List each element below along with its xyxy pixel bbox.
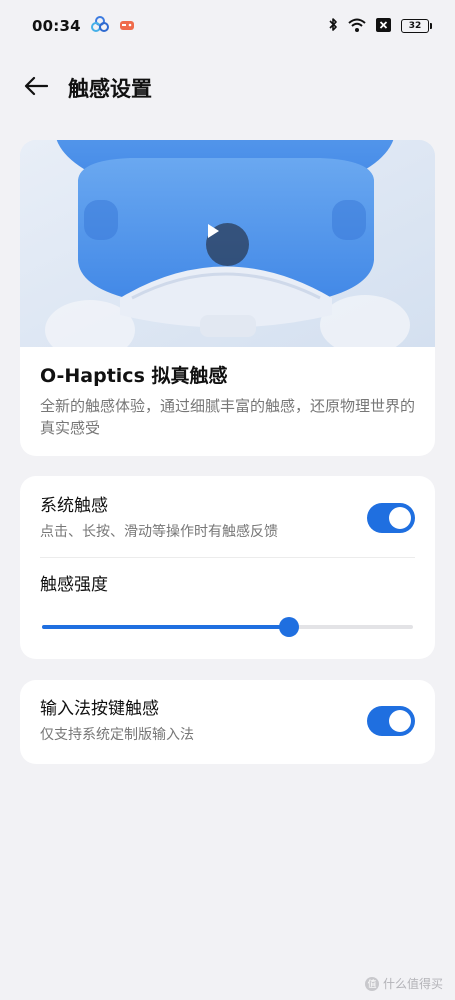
status-left: 00:34 bbox=[32, 16, 135, 36]
divider bbox=[40, 557, 415, 558]
ime-haptics-row[interactable]: 输入法按键触感 仅支持系统定制版输入法 bbox=[40, 697, 415, 746]
haptics-settings-page: 00:34 32 触感设置 O-Haptics 拟真触感 全新的触感体验，通过细… bbox=[0, 0, 455, 1000]
back-button[interactable] bbox=[22, 74, 50, 102]
haptics-video-preview[interactable] bbox=[20, 140, 435, 347]
system-haptics-title: 系统触感 bbox=[40, 496, 108, 516]
intensity-row: 触感强度 bbox=[40, 573, 415, 597]
haptics-intro-card: O-Haptics 拟真触感 全新的触感体验，通过细腻丰富的触感，还原物理世界的… bbox=[20, 140, 435, 456]
status-time: 00:34 bbox=[32, 17, 81, 35]
watermark: 值 什么值得买 bbox=[364, 975, 443, 992]
ime-haptics-title: 输入法按键触感 bbox=[40, 699, 159, 719]
watermark-logo: 值 bbox=[364, 976, 379, 991]
header: 触感设置 bbox=[0, 68, 455, 108]
bluetooth-icon bbox=[328, 17, 338, 36]
sim-off-icon bbox=[376, 17, 391, 36]
system-haptics-toggle[interactable] bbox=[367, 503, 415, 533]
wifi-icon bbox=[348, 17, 366, 36]
battery-icon: 32 bbox=[401, 19, 432, 33]
page-title: 触感设置 bbox=[68, 77, 152, 101]
ime-haptics-card: 输入法按键触感 仅支持系统定制版输入法 bbox=[20, 680, 435, 764]
arrow-left-icon bbox=[24, 76, 49, 100]
cloud-app-icon bbox=[90, 16, 109, 36]
intensity-slider[interactable] bbox=[42, 617, 413, 637]
ime-haptics-toggle[interactable] bbox=[367, 706, 415, 736]
system-haptics-row[interactable]: 系统触感 点击、长按、滑动等操作时有触感反馈 bbox=[40, 494, 415, 543]
intro-text: O-Haptics 拟真触感 全新的触感体验，通过细腻丰富的触感，还原物理世界的… bbox=[20, 347, 435, 439]
status-bar: 00:34 32 bbox=[0, 0, 455, 52]
system-haptics-subtitle: 点击、长按、滑动等操作时有触感反馈 bbox=[40, 524, 278, 540]
watermark-text: 什么值得买 bbox=[382, 977, 443, 991]
ime-haptics-subtitle: 仅支持系统定制版输入法 bbox=[40, 727, 194, 743]
game-app-icon bbox=[119, 17, 135, 36]
slider-fill bbox=[42, 625, 289, 629]
intro-title: O-Haptics 拟真触感 bbox=[40, 365, 228, 387]
intro-description: 全新的触感体验，通过细腻丰富的触感，还原物理世界的真实感受 bbox=[40, 397, 416, 437]
status-right: 32 bbox=[328, 17, 432, 36]
toggle-knob bbox=[389, 507, 411, 529]
intensity-label: 触感强度 bbox=[40, 575, 108, 595]
play-button[interactable] bbox=[206, 223, 249, 266]
system-haptics-card: 系统触感 点击、长按、滑动等操作时有触感反馈 触感强度 bbox=[20, 476, 435, 659]
toggle-knob bbox=[389, 710, 411, 732]
slider-thumb[interactable] bbox=[278, 617, 299, 637]
